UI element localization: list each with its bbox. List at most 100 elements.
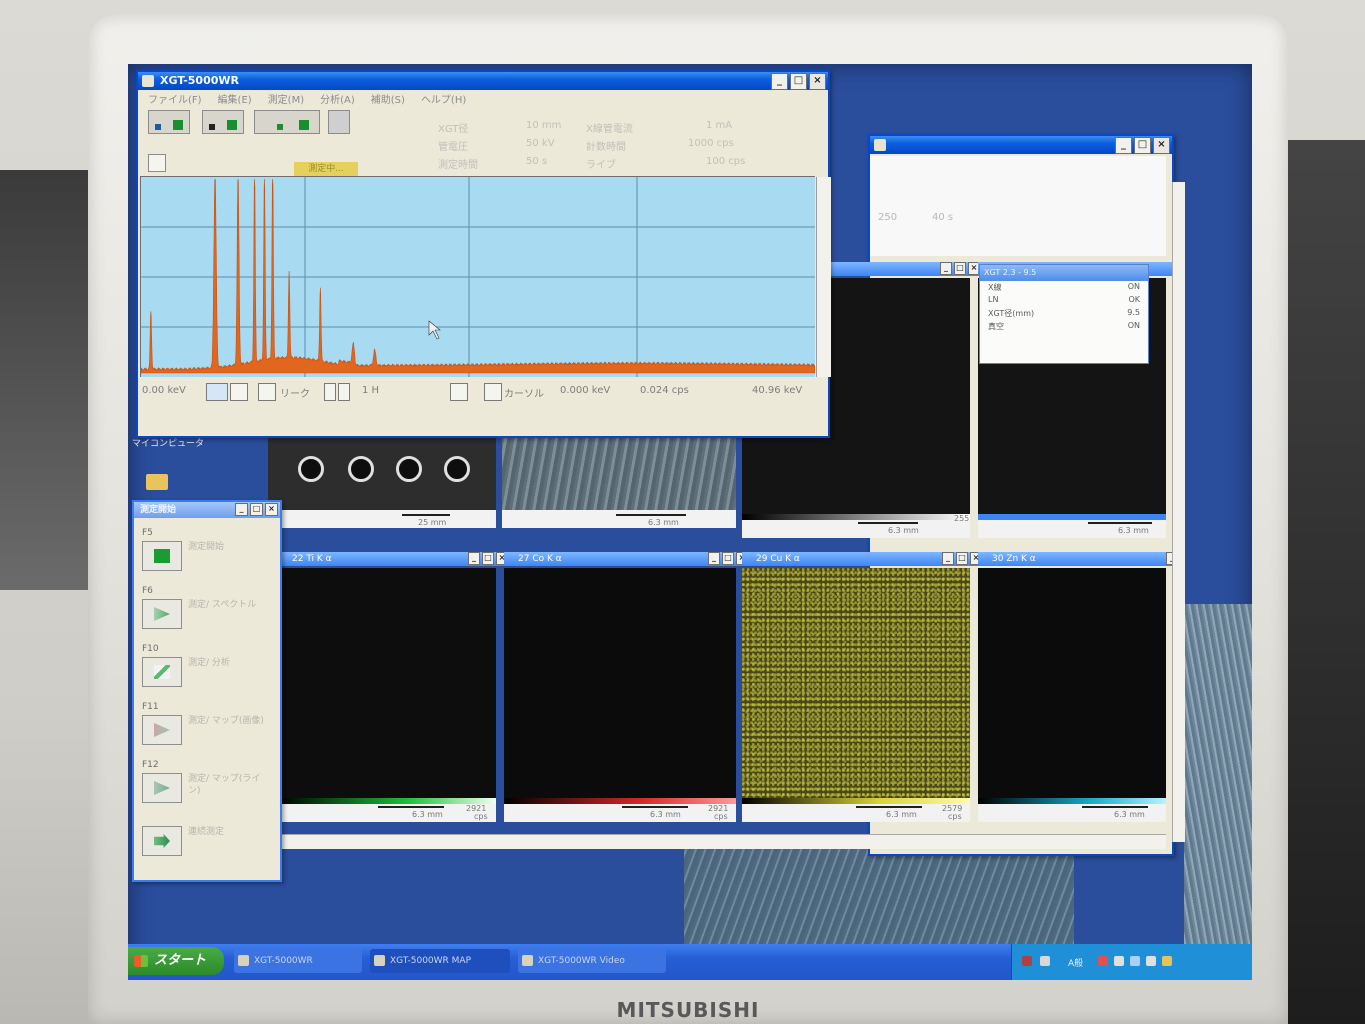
spectrum-view-button[interactable] (148, 110, 190, 134)
next-element-button[interactable] (338, 383, 350, 401)
zoom-reset-button[interactable] (230, 383, 248, 401)
cursor-cps: 0.024 cps (640, 385, 689, 396)
map-cell-video-1[interactable] (268, 434, 496, 510)
tray-icon[interactable] (1040, 956, 1050, 966)
scale-label: 25 mm (418, 518, 447, 527)
spectrum-measure-button[interactable] (142, 599, 182, 629)
maximize-button[interactable]: □ (790, 73, 807, 90)
spectrum-plot[interactable] (140, 176, 831, 377)
map-cell-footer: 6.3 mm (978, 520, 1166, 538)
map-title: 22 Ti K α (292, 554, 332, 564)
zoom-button[interactable] (206, 383, 228, 401)
minimize-button[interactable]: _ (1115, 137, 1132, 154)
prev-element-button[interactable] (324, 383, 336, 401)
scale-bar (616, 514, 686, 516)
peak-button[interactable] (258, 383, 276, 401)
app-icon (522, 955, 533, 966)
tray-icon[interactable] (1130, 956, 1140, 966)
taskbar-button-video[interactable]: XGT-5000WR Video (518, 949, 666, 973)
option-button[interactable] (148, 154, 166, 172)
map-info-time: 40 s (932, 212, 954, 223)
scale-bar (856, 806, 922, 808)
mode-label: リーク (280, 389, 310, 400)
scale-bar (378, 806, 444, 808)
taskbar-button-main[interactable]: XGT-5000WR (234, 949, 362, 973)
tray-icon[interactable] (1098, 956, 1108, 966)
map-measure-button[interactable] (142, 715, 182, 745)
tray-icon[interactable] (1022, 956, 1032, 966)
windows-flag-icon (134, 955, 148, 967)
panel-titlebar[interactable]: 測定開始 _ □ × (134, 502, 280, 518)
taskbar-button-map[interactable]: XGT-5000WR MAP (370, 949, 510, 973)
peak-view-button[interactable] (202, 110, 244, 134)
spectrum-window-titlebar[interactable]: XGT-5000WR _ □ × (138, 72, 828, 90)
scale-label: 6.3 mm (650, 810, 681, 819)
map-ti[interactable] (278, 568, 496, 798)
map-cell-footer: 6.3 mm 2921 cps (278, 804, 496, 822)
stop-button[interactable] (142, 541, 182, 571)
spectrum-window: XGT-5000WR _ □ × ファイル(F) 編集(E) 測定(M) 分析(… (136, 70, 831, 438)
window-title: XGT-5000WR (160, 74, 239, 87)
desktop-video-image-2 (1184, 604, 1252, 954)
app-icon (238, 955, 249, 966)
map-cell-header-co[interactable]: 27 Co K α _□× (504, 552, 750, 566)
panel-title: 測定開始 (140, 505, 177, 515)
axis-start: 0.00 keV (142, 385, 186, 396)
tray-icon[interactable] (1146, 956, 1156, 966)
map-cu[interactable] (742, 568, 970, 798)
continuous-measure-button[interactable] (142, 826, 182, 856)
menu-measure[interactable]: 測定(M) (268, 91, 304, 106)
map-cell-footer: 6.3 mm 2579 cps (742, 804, 970, 822)
spectrum-scrollbar[interactable] (816, 177, 831, 377)
map-zn[interactable] (978, 568, 1166, 798)
disabled-button[interactable] (328, 110, 350, 134)
play-icon (154, 607, 170, 621)
tray-icon[interactable] (1114, 956, 1124, 966)
cursor-button[interactable] (450, 383, 468, 401)
menu-help[interactable]: ヘルプ(H) (421, 91, 466, 106)
stop-icon (154, 549, 170, 563)
scale-label: 6.3 mm (886, 810, 917, 819)
folder-icon[interactable] (146, 474, 168, 490)
info-label: X線管電流 (586, 124, 633, 135)
map-co[interactable] (504, 568, 736, 798)
panel-group-f12: F12 測定/ マップ(ライン) (142, 760, 272, 803)
tray-icon[interactable] (1162, 956, 1172, 966)
close-button[interactable]: × (1153, 137, 1170, 154)
map-horizontal-scrollbar[interactable] (278, 834, 1166, 849)
start-button[interactable]: スタート (128, 947, 224, 975)
mouse-cursor-icon (428, 320, 441, 340)
info-label: 計数時間 (586, 142, 626, 153)
ime-indicator[interactable]: A般 (1068, 956, 1083, 969)
scale-label: 6.3 mm (648, 518, 679, 527)
map-cell-header-ti[interactable]: 22 Ti K α _ □ × (278, 552, 510, 566)
menu-analyze[interactable]: 分析(A) (320, 91, 355, 106)
map-window-titlebar[interactable]: _ □ × (870, 136, 1172, 154)
system-tray: A般 (1011, 944, 1252, 980)
minimize-button[interactable]: _ (771, 73, 788, 90)
menu-file[interactable]: ファイル(F) (148, 91, 202, 106)
channel-label: 1 H (362, 385, 380, 396)
start-label: スタート (154, 953, 207, 968)
key-label: F5 (142, 528, 153, 538)
info-label: 管電圧 (438, 142, 468, 153)
map-cell-header-cu[interactable]: 29 Cu K α _ □ × (742, 552, 984, 566)
map-cell-video-2[interactable] (502, 434, 736, 510)
compare-view-button[interactable] (254, 110, 320, 134)
button-text: 連続測定 (188, 827, 225, 837)
analysis-measure-button[interactable] (142, 657, 182, 687)
close-button[interactable]: × (809, 73, 826, 90)
line-measure-button[interactable] (142, 773, 182, 803)
popup-row: XGT径(mm) 9.5 (988, 308, 1140, 318)
popup-title: XGT 2.3 - 9.5 (980, 265, 1148, 281)
map-vertical-scrollbar[interactable] (1172, 182, 1185, 842)
key-label: F11 (142, 702, 159, 712)
cursor-mode-button[interactable] (484, 383, 502, 401)
menu-edit[interactable]: 編集(E) (218, 91, 252, 106)
map-cell-header-zn[interactable]: 30 Zn K α _ (978, 552, 1180, 566)
scale-label: 6.3 mm (1118, 526, 1149, 535)
maximize-button[interactable]: □ (1134, 137, 1151, 154)
menu-assist[interactable]: 補助(S) (371, 91, 405, 106)
popup-row: X線 ON (988, 282, 1140, 292)
popup-row: LN OK (988, 295, 1140, 304)
